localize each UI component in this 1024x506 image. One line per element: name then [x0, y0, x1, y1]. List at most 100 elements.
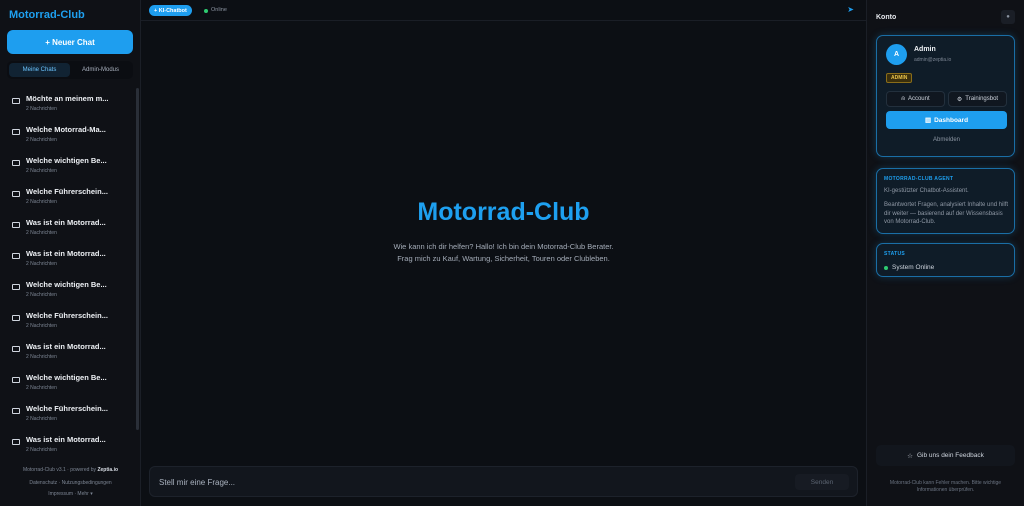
chat-message-count: 2 Nachrichten [26, 106, 57, 112]
chat-bubble-icon [12, 408, 20, 414]
chat-bubble-icon [12, 377, 20, 383]
dashboard-button-label: Dashboard [934, 116, 969, 124]
hero-text: Wie kann ich dir helfen? Hallo! Ich bin … [141, 241, 866, 265]
chat-message-count: 2 Nachrichten [26, 230, 57, 236]
chat-bubble-icon [12, 439, 20, 445]
status-heading: STATUS [884, 251, 906, 257]
chat-message-count: 2 Nachrichten [26, 354, 57, 360]
chat-title: Was ist ein Motorrad... [26, 435, 106, 444]
send-button[interactable]: Senden [795, 474, 849, 490]
list-item[interactable]: Welche Führerschein... 2 Nachrichten [12, 398, 132, 426]
chat-mode-tabs: Meine Chats Admin-Modus [7, 61, 133, 79]
chat-title: Welche Führerschein... [26, 404, 108, 413]
chat-bubble-icon [12, 222, 20, 228]
list-item[interactable]: Was ist ein Motorrad... 2 Nachrichten [12, 429, 132, 456]
chat-message-count: 2 Nachrichten [26, 416, 57, 422]
avatar: A [886, 44, 907, 65]
chat-bubble-icon [12, 315, 20, 321]
list-item[interactable]: Möchte an meinem m... 2 Nachrichten [12, 88, 132, 116]
account-button-label: Account [907, 96, 930, 102]
list-item[interactable]: Was ist ein Motorrad... 2 Nachrichten [12, 243, 132, 271]
status-card: STATUS System Online [876, 243, 1015, 277]
role-badge: ADMIN [886, 73, 913, 83]
chat-bubble-icon [12, 253, 20, 259]
chat-message-count: 2 Nachrichten [26, 323, 57, 329]
chat-message-count: 2 Nachrichten [26, 137, 57, 143]
status-text: System Online [892, 264, 935, 271]
list-item[interactable]: Welche Führerschein... 2 Nachrichten [12, 305, 132, 333]
list-item[interactable]: Welche Führerschein... 2 Nachrichten [12, 181, 132, 209]
panel-title: Konto [876, 14, 897, 21]
sidebar: Motorrad-Club + Neuer Chat Meine Chats A… [0, 0, 141, 506]
account-panel: Konto ● A Admin admin@zeptia.io ADMIN ⍝ … [866, 0, 1024, 506]
agent-heading: MOTORRAD-CLUB AGENT [884, 176, 954, 182]
disclaimer-text: Motorrad-Club kann Fehler machen. Bitte … [889, 480, 1002, 493]
online-status-text: Online [211, 7, 227, 13]
agent-tagline: KI-gestützter Chatbot-Assistent. [884, 188, 969, 194]
chat-message-count: 2 Nachrichten [26, 292, 57, 298]
powered-by-link[interactable]: Zeptia.io [97, 467, 118, 473]
tab-my-chats[interactable]: Meine Chats [9, 63, 70, 77]
user-card: A Admin admin@zeptia.io ADMIN ⍝ Account … [876, 35, 1015, 157]
account-button[interactable]: ⍝ Account [886, 91, 945, 107]
chat-title: Welche Motorrad-Ma... [26, 125, 106, 134]
chat-title: Was ist ein Motorrad... [26, 249, 106, 258]
user-name: Admin [914, 46, 936, 53]
chat-message-count: 2 Nachrichten [26, 168, 57, 174]
agent-info-card: MOTORRAD-CLUB AGENT KI-gestützter Chatbo… [876, 168, 1015, 234]
star-icon: ☆ [907, 452, 913, 460]
app-window: Motorrad-Club + Neuer Chat Meine Chats A… [0, 0, 1024, 506]
list-item[interactable]: Welche wichtigen Be... 2 Nachrichten [12, 367, 132, 395]
trainingsbot-button[interactable]: ⚙ Trainingsbot [948, 91, 1007, 107]
list-item[interactable]: Welche wichtigen Be... 2 Nachrichten [12, 150, 132, 178]
chat-bubble-icon [12, 346, 20, 352]
status-dot [884, 266, 888, 270]
online-status-dot [204, 9, 208, 13]
chat-title: Was ist ein Motorrad... [26, 218, 106, 227]
chat-message-count: 2 Nachrichten [26, 261, 57, 267]
list-item[interactable]: Was ist ein Motorrad... 2 Nachrichten [12, 212, 132, 240]
new-chat-button[interactable]: + Neuer Chat [7, 30, 133, 54]
chat-title: Welche wichtigen Be... [26, 373, 107, 382]
user-icon: ⍝ [901, 95, 905, 102]
chat-title: Welche Führerschein... [26, 311, 108, 320]
chat-title: Welche wichtigen Be... [26, 156, 107, 165]
dashboard-button[interactable]: ▥ Dashboard [886, 111, 1007, 129]
message-composer: Senden [149, 466, 858, 497]
chat-main: + KI-Chatbot Online ➤ Motorrad-Club Wie … [141, 0, 866, 506]
footer-version: Motorrad-Club v3.1 · powered by Zeptia.i… [0, 467, 141, 473]
chat-list-scrollbar[interactable] [136, 88, 139, 430]
hero-line-1: Wie kann ich dir helfen? Hallo! Ich bin … [393, 242, 614, 251]
hero-title: Motorrad-Club [417, 198, 590, 226]
feedback-button[interactable]: ☆ Gib uns dein Feedback [876, 445, 1015, 466]
user-email: admin@zeptia.io [914, 57, 952, 63]
chat-message-count: 2 Nachrichten [26, 385, 57, 391]
chat-topbar: + KI-Chatbot Online ➤ [141, 0, 866, 21]
chat-bubble-icon [12, 191, 20, 197]
list-item[interactable]: Welche Motorrad-Ma... 2 Nachrichten [12, 119, 132, 147]
footer-links-row1[interactable]: Datenschutz · Nutzungsbedingungen [0, 480, 141, 486]
feedback-label: Gib uns dein Feedback [916, 452, 984, 459]
trainingsbot-button-label: Trainingsbot [965, 96, 999, 102]
list-item[interactable]: Was ist ein Motorrad... 2 Nachrichten [12, 336, 132, 364]
tab-admin-mode[interactable]: Admin-Modus [70, 63, 131, 77]
chat-title: Möchte an meinem m... [26, 94, 109, 103]
gear-icon: ⚙ [956, 96, 963, 103]
message-input[interactable] [159, 475, 759, 490]
footer-version-text: Motorrad-Club v3.1 · powered by [22, 467, 97, 473]
chat-bubble-icon [12, 160, 20, 166]
chat-list: Möchte an meinem m... 2 Nachrichten Welche… [0, 88, 137, 456]
agent-description: Beantwortet Fragen, analysiert Inhalte u… [884, 202, 1009, 225]
list-item[interactable]: Welche wichtigen Be... 2 Nachrichten [12, 274, 132, 302]
footer-links-row2[interactable]: Impressum · Mehr ▾ [0, 491, 141, 497]
chat-message-count: 2 Nachrichten [26, 447, 57, 453]
ki-chatbot-badge: + KI-Chatbot [149, 5, 192, 16]
close-icon[interactable]: ● [1001, 10, 1015, 24]
brand-title: Motorrad-Club [9, 9, 85, 21]
hero-line-2: Frag mich zu Kauf, Wartung, Sicherheit, … [397, 254, 610, 263]
chat-title: Was ist ein Motorrad... [26, 342, 106, 351]
logout-link[interactable]: Abmelden [877, 137, 1016, 143]
chart-icon: ▥ [924, 117, 932, 124]
paper-plane-icon[interactable]: ➤ [847, 5, 854, 14]
chat-bubble-icon [12, 129, 20, 135]
